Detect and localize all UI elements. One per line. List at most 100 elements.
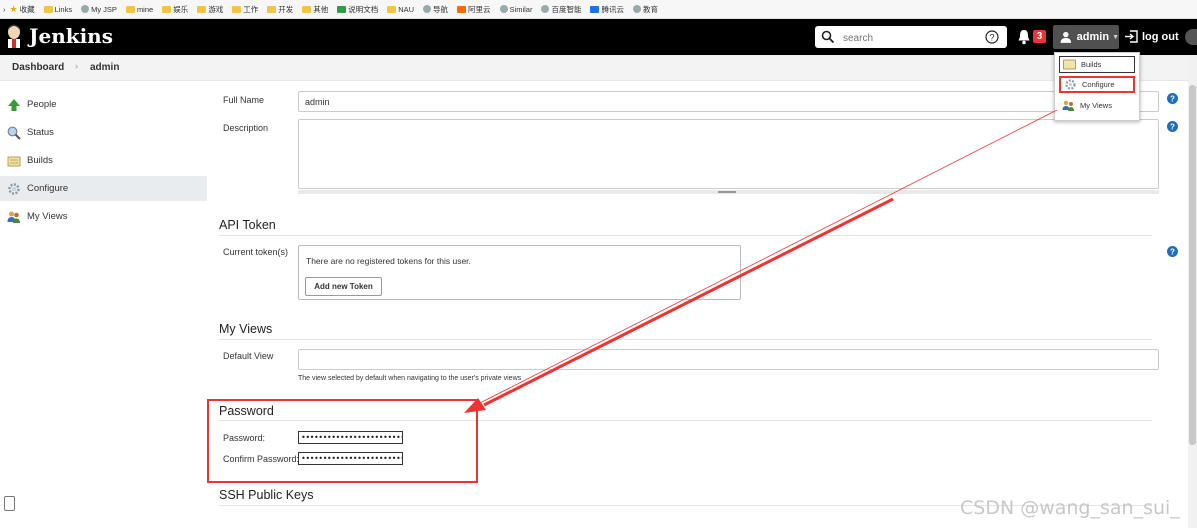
globe-icon	[81, 5, 90, 13]
description-label: Description	[223, 123, 269, 133]
watermark: CSDN @wang_san_sui_	[960, 497, 1180, 519]
brand-title[interactable]: Jenkins	[29, 24, 113, 48]
search-input[interactable]	[841, 29, 975, 47]
sidebar-item-label: My Views	[27, 211, 68, 222]
default-view-field[interactable]	[298, 349, 1159, 370]
user-dropdown-menu: Builds Configure My Views	[1054, 52, 1140, 121]
globe-icon	[499, 5, 508, 13]
breadcrumb-dashboard[interactable]: Dashboard	[12, 62, 64, 73]
help-icon[interactable]: ?	[1167, 93, 1178, 104]
bookmark-nau[interactable]: NAU	[387, 5, 414, 14]
my-views-title: My Views	[219, 322, 273, 336]
svg-text:?: ?	[1170, 95, 1175, 104]
sidebar-item-configure[interactable]: Configure	[0, 176, 207, 201]
bookmark-docs[interactable]: 说明文档	[337, 4, 378, 15]
menu-item-label: Builds	[1081, 60, 1102, 69]
bookmark-favorites[interactable]: ★ 收藏	[10, 4, 35, 15]
bookmark-tencent[interactable]: 腾讯云	[590, 4, 624, 15]
search-box[interactable]: ?	[815, 26, 1007, 48]
menu-item-configure[interactable]: Configure	[1059, 76, 1135, 93]
bell-icon[interactable]	[1017, 29, 1031, 45]
bookmarks-chevron-icon[interactable]: ›	[3, 5, 6, 14]
default-view-hint: The view selected by default when naviga…	[298, 375, 522, 382]
people-icon	[1062, 100, 1074, 111]
bookmark-similar[interactable]: Similar	[499, 5, 532, 14]
bookmark-work[interactable]: 工作	[232, 4, 258, 15]
bookmark-games[interactable]: 游戏	[197, 4, 223, 15]
bookmark-edu[interactable]: 教育	[632, 4, 658, 15]
bookmark-links[interactable]: Links	[43, 5, 72, 14]
globe-icon	[541, 5, 550, 13]
bookmark-other[interactable]: 其他	[302, 4, 328, 15]
breadcrumb-admin[interactable]: admin	[90, 62, 119, 73]
page-header: Jenkins ? 3 admin ▼ log out	[0, 19, 1197, 55]
no-tokens-message: There are no registered tokens for this …	[306, 256, 471, 266]
folder-icon	[125, 5, 135, 13]
scrollbar-thumb[interactable]	[1189, 85, 1196, 445]
docs-icon	[337, 5, 347, 13]
user-icon	[1060, 31, 1072, 43]
api-token-title: API Token	[219, 218, 276, 232]
notification-badge[interactable]: 3	[1033, 30, 1046, 43]
description-input[interactable]	[299, 120, 1158, 188]
bookmark-my-jsp[interactable]: My JSP	[81, 5, 117, 14]
svg-text:?: ?	[989, 33, 994, 43]
sidebar-item-my-views[interactable]: My Views	[0, 204, 207, 229]
svg-text:?: ?	[1170, 123, 1175, 132]
notepad-icon	[1063, 59, 1076, 70]
aliyun-icon	[457, 5, 467, 13]
search-icon	[821, 30, 835, 44]
cloud-icon	[590, 5, 600, 13]
rss-feed-icon[interactable]	[4, 496, 15, 511]
bookmark-dev[interactable]: 开发	[267, 4, 293, 15]
logout-link[interactable]: log out	[1124, 29, 1179, 44]
notepad-icon	[7, 156, 21, 166]
sidebar-item-people[interactable]: People	[0, 92, 207, 117]
globe-icon	[423, 5, 432, 13]
folder-icon	[197, 5, 207, 13]
description-textarea[interactable]	[298, 119, 1159, 189]
bookmark-nav[interactable]: 导航	[423, 4, 448, 15]
menu-item-my-views[interactable]: My Views	[1059, 97, 1135, 114]
user-menu-button[interactable]: admin ▼	[1053, 25, 1119, 49]
people-icon	[7, 211, 20, 223]
folder-icon	[267, 5, 277, 13]
full-name-field[interactable]	[298, 91, 1159, 112]
bookmark-aliyun[interactable]: 阿里云	[457, 4, 491, 15]
menu-item-label: My Views	[1080, 101, 1112, 110]
folder-icon	[43, 5, 53, 13]
up-arrow-icon	[8, 98, 20, 111]
help-icon[interactable]: ?	[985, 30, 999, 44]
bookmark-mine[interactable]: mine	[125, 5, 153, 14]
sidepanel-toggle[interactable]	[1185, 29, 1197, 45]
logout-label: log out	[1142, 30, 1179, 43]
help-icon[interactable]: ?	[1167, 246, 1178, 257]
textarea-resize-bar[interactable]	[298, 190, 1159, 194]
sidebar-item-label: People	[27, 99, 57, 110]
breadcrumb: Dashboard › admin	[0, 55, 1197, 81]
folder-icon	[232, 5, 242, 13]
gear-icon	[1065, 79, 1076, 90]
page-scrollbar[interactable]	[1188, 55, 1197, 528]
full-name-input[interactable]	[299, 92, 1158, 112]
help-icon[interactable]: ?	[1167, 121, 1178, 132]
bookmark-entertainment[interactable]: 娱乐	[162, 4, 188, 15]
bookmark-baidu[interactable]: 百度智能	[541, 4, 581, 15]
star-icon: ★	[9, 3, 18, 14]
default-view-input[interactable]	[299, 350, 1158, 370]
folder-icon	[302, 5, 312, 13]
add-new-token-button[interactable]: Add new Token	[305, 277, 382, 296]
breadcrumb-separator-icon: ›	[75, 61, 78, 71]
folder-icon	[162, 5, 172, 13]
jenkins-logo-icon[interactable]	[6, 24, 22, 48]
sidebar-item-builds[interactable]: Builds	[0, 148, 207, 173]
sidebar-item-status[interactable]: Status	[0, 120, 207, 145]
section-divider	[219, 235, 1152, 236]
sidebar-item-label: Configure	[27, 183, 69, 194]
menu-item-label: Configure	[1082, 80, 1115, 89]
menu-item-builds[interactable]: Builds	[1059, 56, 1135, 73]
sidebar-item-label: Status	[27, 127, 54, 138]
full-name-label: Full Name	[223, 95, 265, 105]
token-list-box: There are no registered tokens for this …	[298, 245, 741, 300]
username-label: admin	[1076, 31, 1110, 43]
